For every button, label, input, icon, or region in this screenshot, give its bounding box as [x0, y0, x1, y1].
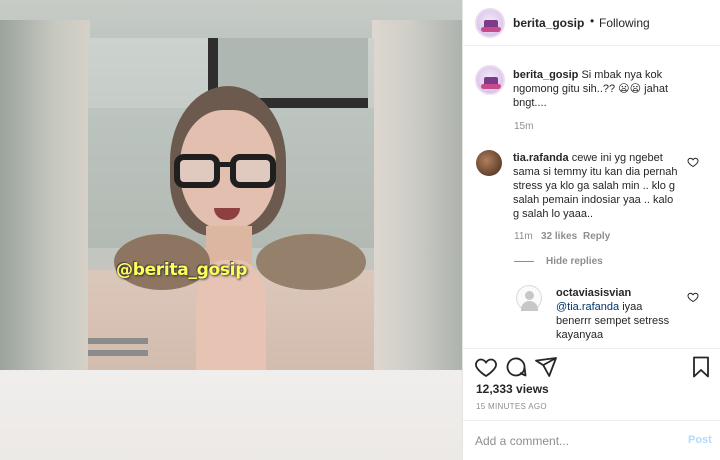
reply-mention-link[interactable]: @tia.rafanda [556, 301, 619, 313]
comment-body-4: salah pemain indosiar yaa .. kalo [513, 194, 674, 206]
post-side-panel: berita_gosip • Following berita_gosip Si… [462, 0, 720, 460]
caption-body-1: Si mbak nya kok [581, 69, 663, 81]
hide-replies-button[interactable]: Hide replies [546, 256, 603, 267]
comment-bubble-icon[interactable] [504, 355, 528, 379]
comment-username[interactable]: tia.rafanda [513, 152, 569, 164]
comment-line: tia.rafanda cewe ini yg ngebet [513, 151, 703, 165]
video-glasses-left [174, 154, 220, 188]
add-comment-bar: Post [463, 420, 720, 460]
view-count[interactable]: 12,333 views [476, 382, 549, 396]
media-blur-right [372, 20, 462, 380]
comment-reply-button[interactable]: Reply [583, 231, 610, 242]
save-bookmark-icon[interactable] [689, 355, 713, 379]
caption-text: berita_gosip Si mbak nya kok [513, 68, 713, 82]
video-frame[interactable]: @berita_gosip [88, 38, 374, 370]
author-avatar[interactable] [475, 8, 505, 38]
video-glasses-right [230, 154, 276, 188]
replies-divider [514, 261, 534, 262]
caption-avatar[interactable] [475, 65, 505, 95]
add-comment-input[interactable] [475, 433, 675, 449]
author-username[interactable]: berita_gosip [513, 16, 584, 30]
media-blur-left [0, 20, 90, 380]
like-heart-icon[interactable] [474, 355, 498, 379]
share-plane-icon[interactable] [534, 355, 558, 379]
reply-username: octaviasisvian [556, 286, 696, 300]
reply-like-heart-icon[interactable] [687, 291, 699, 303]
media-blur-bottom [0, 370, 462, 460]
reply-line: @tia.rafanda iyaa [556, 300, 696, 314]
reply-body-3: kayanyaa [556, 329, 604, 341]
video-watermark: @berita_gosip [116, 260, 248, 280]
video-fur-collar-right [256, 234, 366, 290]
comment-body-3: stress ya klo ga salah min .. klo g [513, 180, 676, 192]
video-glasses-bridge [218, 162, 232, 167]
post-media[interactable]: @berita_gosip [0, 0, 462, 460]
caption-body-2: ngomong gitu sih..?? 😦😦 jahat [513, 83, 669, 95]
video-sleeve-stripe [88, 350, 148, 356]
comments-list[interactable]: berita_gosip Si mbak nya kok ngomong git… [463, 47, 720, 347]
caption-time[interactable]: 15m [514, 121, 533, 132]
header-separator: • [590, 14, 595, 28]
post-comment-button[interactable]: Post [688, 434, 712, 446]
following-button[interactable]: Following [599, 16, 650, 30]
commenter-avatar[interactable] [476, 150, 502, 176]
comment-like-heart-icon[interactable] [687, 156, 699, 168]
caption-username[interactable]: berita_gosip [513, 69, 578, 81]
post-timestamp: 15 MINUTES AGO [476, 402, 547, 411]
action-bar: 12,333 views 15 MINUTES AGO [463, 348, 720, 418]
comment-body-5: g salah lo yaaa.. [513, 208, 594, 220]
video-sleeve-stripe [88, 338, 148, 344]
comment-likes[interactable]: 32 likes [541, 231, 577, 242]
reply-body-1: iyaa [622, 301, 643, 313]
replier-avatar[interactable] [516, 285, 542, 311]
reply-body-2: benerrr sempet setress [556, 315, 670, 327]
comment-time[interactable]: 11m [514, 231, 533, 242]
reply-username-text[interactable]: octaviasisvian [556, 287, 631, 299]
post-header: berita_gosip • Following [463, 0, 720, 46]
comment-body-2: sama si temmy itu kan dia pernah [513, 166, 678, 178]
comment-body-1: cewe ini yg ngebet [571, 152, 663, 164]
caption-body-3: bngt.... [513, 97, 547, 109]
